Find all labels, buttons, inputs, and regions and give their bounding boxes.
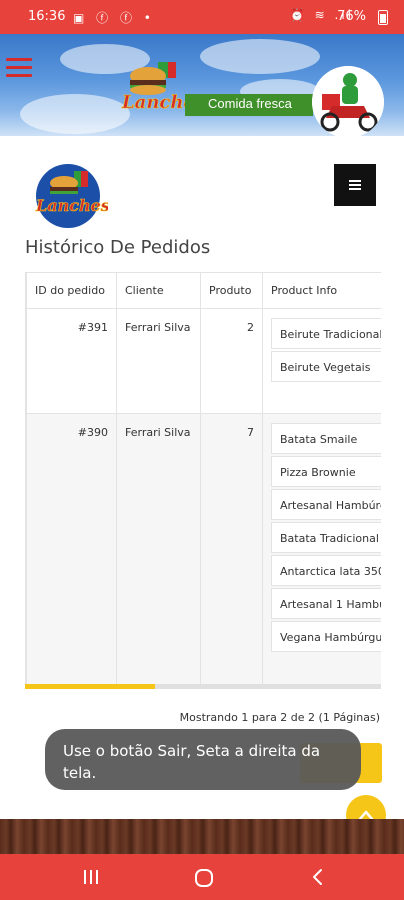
menu-icon (349, 178, 361, 192)
recent-apps-icon[interactable] (82, 868, 100, 886)
header-banner: Lanches Comida fresca (0, 34, 404, 136)
product-item: Artesanal Hambúrguer (271, 489, 381, 520)
delivery-rider-icon (312, 66, 384, 136)
orders-table: ID do pedido Cliente Produto Product Inf… (26, 272, 381, 686)
order-id-cell: #390 (26, 413, 117, 686)
status-bar: 16:36 ▣ ⓕ ⓕ • ⏰ ≋ .ıl 76% (0, 0, 404, 34)
orders-table-container[interactable]: ID do pedido Cliente Produto Product Inf… (25, 272, 381, 686)
system-nav-bar (0, 854, 404, 900)
banner-menu-icon[interactable] (6, 58, 32, 82)
product-item: Batata Tradicional (271, 522, 381, 553)
fresh-label: Comida fresca (208, 96, 292, 111)
menu-toggle-button[interactable] (334, 164, 376, 206)
product-info-cell: Batata Smaile Pizza Brownie Artesanal Ha… (262, 413, 381, 686)
header-order-id: ID do pedido (26, 272, 117, 309)
product-item: Antarctica lata 350ml (271, 555, 381, 586)
customer-cell: Ferrari Silva (116, 308, 201, 414)
page-title: Histórico De Pedidos (25, 237, 211, 258)
customer-cell: Ferrari Silva (116, 413, 201, 686)
toast-message: Use o botão Sair, Seta a direita da tela… (45, 729, 361, 790)
battery-icon (378, 10, 388, 25)
product-item: Beirute Tradicional (271, 318, 381, 349)
notification-icons: ▣ ⓕ ⓕ • (73, 11, 155, 25)
order-id-cell: #391 (26, 308, 117, 414)
battery-percentage: 76% (337, 9, 366, 24)
product-item: Pizza Brownie (271, 456, 381, 487)
product-item: Beirute Vegetais (271, 351, 381, 382)
table-row: #391 Ferrari Silva 2 Beirute Tradicional… (26, 308, 381, 414)
product-item: Vegana Hambúrguer (271, 621, 381, 652)
back-icon[interactable] (310, 868, 324, 886)
home-icon[interactable] (194, 868, 214, 888)
status-time: 16:36 (28, 9, 66, 24)
svg-text:Lanches: Lanches (121, 92, 190, 113)
pagination-info: Mostrando 1 para 2 de 2 (1 Páginas) (179, 711, 380, 724)
table-row: #390 Ferrari Silva 7 Batata Smaile Pizza… (26, 413, 381, 686)
brand-logo-icon: Lanches (121, 62, 190, 113)
site-logo-icon[interactable]: Lanches (30, 163, 108, 229)
product-count-cell: 7 (200, 413, 263, 686)
product-item: Batata Smaile (271, 423, 381, 454)
header-customer: Cliente (116, 272, 201, 309)
svg-text:Lanches: Lanches (35, 196, 108, 215)
product-count-cell: 2 (200, 308, 263, 414)
header-product-info: Product Info (262, 272, 381, 309)
header-product: Produto (200, 272, 263, 309)
scrollbar-thumb[interactable] (25, 684, 155, 689)
product-info-cell: Beirute Tradicional Beirute Vegetais (262, 308, 381, 414)
table-horizontal-scrollbar[interactable] (25, 684, 381, 689)
table-header-row: ID do pedido Cliente Produto Product Inf… (26, 272, 381, 309)
product-item: Artesanal 1 Hambúrguer (271, 588, 381, 619)
footer-wood-strip (0, 819, 404, 854)
